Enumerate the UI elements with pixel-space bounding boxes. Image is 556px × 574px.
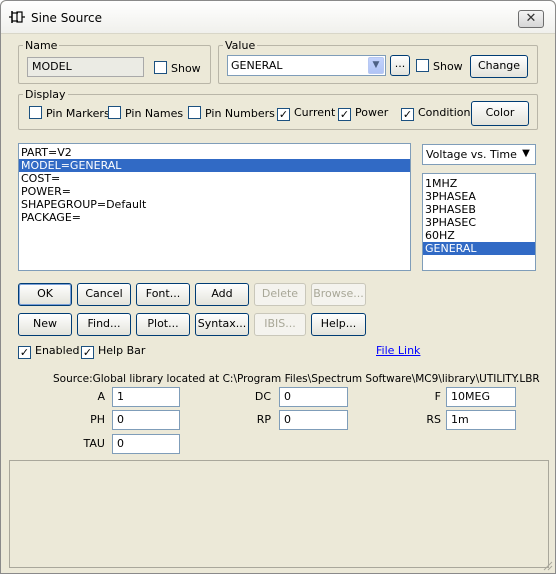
display-group-legend: Display bbox=[25, 88, 66, 101]
help-button[interactable]: Help... bbox=[311, 313, 366, 336]
resize-grip-icon[interactable] bbox=[541, 559, 553, 571]
current-checkbox[interactable]: ✓ Current bbox=[277, 106, 335, 122]
pin-names-box bbox=[108, 106, 121, 119]
attribute-item-selected[interactable]: MODEL=GENERAL bbox=[19, 159, 410, 172]
name-field[interactable]: MODEL bbox=[27, 57, 144, 77]
add-button[interactable]: Add bbox=[195, 283, 249, 306]
param-label-rp: RP bbox=[256, 413, 271, 426]
color-button[interactable]: Color bbox=[471, 101, 529, 126]
plot-button[interactable]: Plot... bbox=[136, 313, 190, 336]
value-dropdown[interactable]: GENERAL ▼ bbox=[227, 55, 386, 76]
checkmark-icon: ✓ bbox=[81, 346, 94, 359]
attribute-item[interactable]: PACKAGE= bbox=[19, 211, 410, 224]
param-field-a[interactable]: 1 bbox=[112, 387, 180, 407]
param-field-f[interactable]: 10MEG bbox=[446, 387, 516, 407]
source-path-text: Source:Global library located at C:\Prog… bbox=[53, 373, 540, 385]
checkmark-icon: ✓ bbox=[277, 108, 290, 121]
model-item[interactable]: 3PHASEA bbox=[423, 190, 535, 203]
param-field-ph[interactable]: 0 bbox=[112, 410, 180, 430]
attribute-item[interactable]: SHAPEGROUP=Default bbox=[19, 198, 410, 211]
syntax-button[interactable]: Syntax... bbox=[195, 313, 249, 336]
checkmark-icon: ✓ bbox=[338, 108, 351, 121]
model-item[interactable]: 60HZ bbox=[423, 229, 535, 242]
enabled-label: Enabled bbox=[35, 344, 80, 357]
param-field-rs[interactable]: 1m bbox=[446, 410, 516, 430]
value-show-checkbox[interactable]: Show bbox=[416, 59, 463, 75]
param-label-f: F bbox=[434, 390, 441, 403]
model-item[interactable]: 3PHASEB bbox=[423, 203, 535, 216]
name-show-box bbox=[154, 61, 167, 74]
file-link[interactable]: File Link bbox=[376, 344, 420, 357]
font-button[interactable]: Font... bbox=[136, 283, 190, 306]
value-group-legend: Value bbox=[225, 39, 256, 52]
attribute-item[interactable]: POWER= bbox=[19, 185, 410, 198]
help-bar-checkbox[interactable]: ✓ Help Bar bbox=[81, 344, 145, 360]
help-bar-panel bbox=[9, 460, 549, 568]
model-item[interactable]: 3PHASEC bbox=[423, 216, 535, 229]
attribute-list[interactable]: PART=V2 MODEL=GENERAL COST= POWER= SHAPE… bbox=[18, 143, 411, 271]
help-bar-label: Help Bar bbox=[98, 344, 146, 357]
pin-names-label: Pin Names bbox=[125, 107, 184, 120]
param-label-a: A bbox=[97, 390, 105, 403]
window-title: Sine Source bbox=[31, 11, 102, 25]
enabled-checkbox[interactable]: ✓ Enabled bbox=[18, 344, 79, 360]
checkmark-icon: ✓ bbox=[18, 346, 31, 359]
pin-markers-box bbox=[29, 106, 42, 119]
pin-names-checkbox[interactable]: Pin Names bbox=[108, 106, 183, 122]
name-show-checkbox[interactable]: Show bbox=[154, 61, 201, 77]
sine-source-dialog: Sine Source ✕ Name MODEL Show Value GENE… bbox=[0, 0, 556, 574]
param-field-rp[interactable]: 0 bbox=[279, 410, 348, 430]
plot-mode-text: Voltage vs. Time bbox=[426, 148, 517, 161]
value-show-box bbox=[416, 59, 429, 72]
power-label: Power bbox=[355, 106, 389, 119]
param-label-dc: DC bbox=[254, 390, 271, 403]
ok-button[interactable]: OK bbox=[18, 283, 72, 306]
pin-numbers-box bbox=[188, 106, 201, 119]
checkmark-icon: ✓ bbox=[401, 108, 414, 121]
ibis-button[interactable]: IBIS... bbox=[254, 313, 306, 336]
cancel-button[interactable]: Cancel bbox=[77, 283, 131, 306]
new-button[interactable]: New bbox=[18, 313, 72, 336]
chevron-down-icon[interactable]: ▼ bbox=[518, 146, 534, 163]
condition-label: Condition bbox=[418, 106, 471, 119]
delete-button[interactable]: Delete bbox=[254, 283, 306, 306]
param-label-rs: RS bbox=[426, 413, 441, 426]
attribute-item[interactable]: COST= bbox=[19, 172, 410, 185]
name-show-label: Show bbox=[171, 62, 201, 75]
title-bar[interactable]: Sine Source ✕ bbox=[1, 1, 555, 34]
browse-button[interactable]: Browse... bbox=[311, 283, 366, 306]
param-field-tau[interactable]: 0 bbox=[112, 434, 180, 454]
pin-numbers-checkbox[interactable]: Pin Numbers bbox=[188, 106, 275, 122]
current-label: Current bbox=[294, 106, 336, 119]
close-icon: ✕ bbox=[525, 11, 537, 26]
change-button[interactable]: Change bbox=[470, 55, 528, 78]
param-field-dc[interactable]: 0 bbox=[279, 387, 348, 407]
attribute-item[interactable]: PART=V2 bbox=[19, 146, 410, 159]
sine-source-symbol-icon bbox=[9, 11, 25, 23]
plot-mode-dropdown[interactable]: Voltage vs. Time ▼ bbox=[422, 144, 536, 165]
value-dropdown-text: GENERAL bbox=[231, 59, 283, 72]
model-item-selected[interactable]: GENERAL bbox=[423, 242, 535, 255]
model-list[interactable]: 1MHZ 3PHASEA 3PHASEB 3PHASEC 60HZ GENERA… bbox=[422, 173, 536, 271]
find-button[interactable]: Find... bbox=[77, 313, 131, 336]
pin-numbers-label: Pin Numbers bbox=[205, 107, 275, 120]
close-button[interactable]: ✕ bbox=[518, 10, 544, 28]
chevron-down-icon[interactable]: ▼ bbox=[368, 57, 384, 74]
pin-markers-label: Pin Markers bbox=[46, 107, 110, 120]
value-ellipsis-button[interactable]: ... bbox=[390, 55, 410, 76]
condition-checkbox[interactable]: ✓ Condition bbox=[401, 106, 471, 122]
model-item[interactable]: 1MHZ bbox=[423, 177, 535, 190]
value-show-label: Show bbox=[433, 60, 463, 73]
name-group-legend: Name bbox=[25, 39, 58, 52]
param-label-ph: PH bbox=[90, 413, 105, 426]
power-checkbox[interactable]: ✓ Power bbox=[338, 106, 388, 122]
pin-markers-checkbox[interactable]: Pin Markers bbox=[29, 106, 110, 122]
param-label-tau: TAU bbox=[83, 437, 105, 450]
